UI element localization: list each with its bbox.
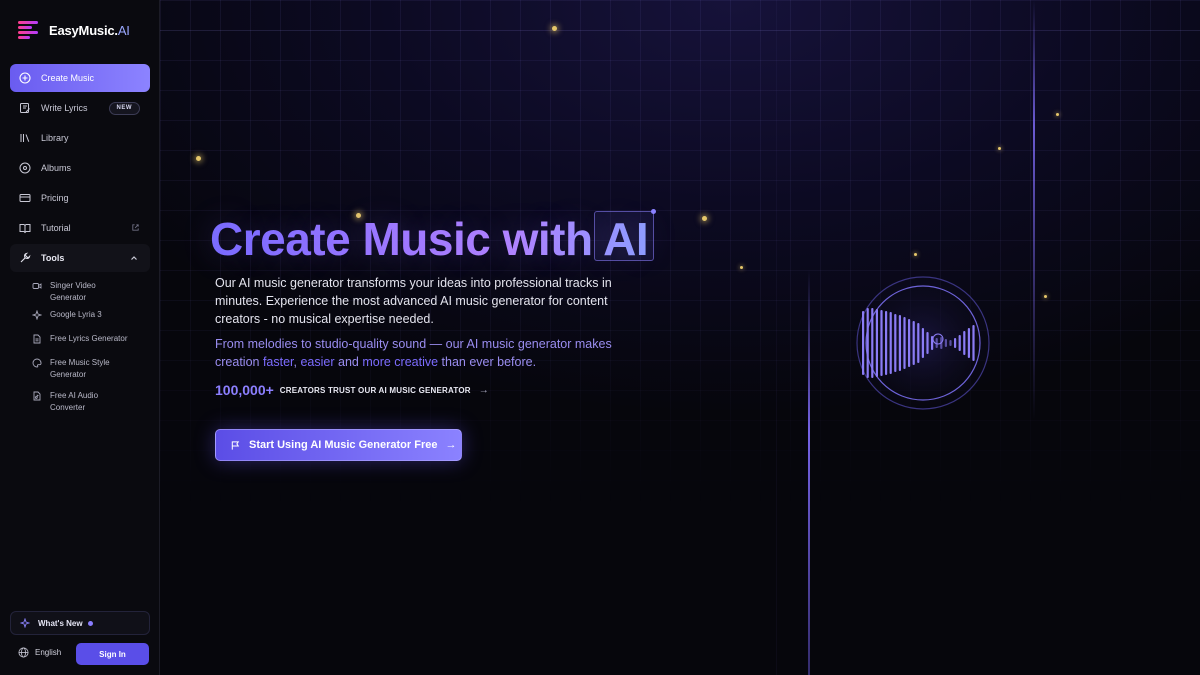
sidebar-item-pricing[interactable]: Pricing	[10, 184, 150, 212]
waveform-bar	[972, 325, 975, 361]
sparkle-dot	[1056, 113, 1059, 116]
video-icon	[32, 281, 42, 291]
waveform-bar	[903, 317, 906, 369]
waveform-bar	[963, 331, 966, 355]
waveform-bar	[917, 323, 920, 363]
waveform-bar	[926, 332, 929, 354]
grid-highlight-line	[160, 30, 1200, 31]
waveform-bar	[885, 311, 888, 375]
sidebar-nav: Create Music Write Lyrics NEW Library Al…	[10, 64, 150, 417]
main-hero: Create Music with AI Our AI music genera…	[160, 0, 1200, 675]
tool-item-label: Google Lyria 3	[50, 310, 102, 319]
waveform-bar	[958, 335, 961, 351]
glow-line	[808, 270, 810, 675]
trust-text: CREATORS TRUST OUR AI MUSIC GENERATOR	[279, 385, 471, 395]
tool-item-free-lyrics-generator[interactable]: Free Lyrics Generator	[10, 333, 150, 355]
external-link-icon	[132, 224, 139, 231]
library-icon	[19, 132, 31, 144]
sidebar-item-tutorial[interactable]: Tutorial	[10, 214, 150, 242]
tool-item-label: Singer Video Generator	[50, 281, 96, 302]
whats-new-button[interactable]: What's New	[10, 611, 150, 635]
waveform-bar	[898, 315, 901, 371]
tool-item-free-music-style-generator[interactable]: Free Music Style Generator	[10, 357, 150, 384]
grid-divider	[776, 0, 777, 675]
notification-dot	[87, 620, 93, 626]
sidebar-item-library[interactable]: Library	[10, 124, 150, 152]
waveform-bar	[949, 340, 952, 346]
arrow-right-icon: →	[445, 439, 457, 451]
arrow-right-icon: →	[478, 384, 489, 396]
waveform-bar	[880, 310, 883, 376]
chevron-up-icon[interactable]	[129, 253, 139, 263]
flag-icon	[231, 440, 240, 450]
disc-icon	[19, 162, 31, 174]
sparkle-dot	[196, 156, 201, 161]
tool-item-google-lyria-3[interactable]: Google Lyria 3	[10, 309, 150, 331]
sparkle-dot	[998, 147, 1001, 150]
trust-link[interactable]: 100,000+ CREATORS TRUST OUR AI MUSIC GEN…	[215, 382, 489, 398]
book-icon	[19, 222, 31, 234]
sidebar-item-create-music[interactable]: Create Music	[10, 64, 150, 92]
sidebar: EasyMusic.AI Create Music Write Lyrics N…	[0, 0, 160, 675]
sparkle-icon	[20, 618, 30, 628]
sidebar-item-label: Library	[41, 133, 69, 143]
waveform-bar	[912, 321, 915, 365]
cta-label: Start Using AI Music Generator Free	[249, 439, 438, 451]
sparkle-dot	[702, 216, 707, 221]
sparkle-dot	[552, 26, 557, 31]
waveform-bar	[862, 311, 865, 375]
logo-icon	[18, 20, 40, 40]
plus-circle-icon	[19, 72, 31, 84]
waveform-bar	[866, 308, 869, 378]
sparkle-dot	[1044, 295, 1047, 298]
sidebar-item-label: Albums	[41, 163, 72, 173]
sidebar-item-tools[interactable]: Tools	[10, 244, 150, 272]
language-selector[interactable]: English	[18, 647, 61, 658]
start-generator-button[interactable]: Start Using AI Music Generator Free →	[215, 429, 462, 461]
globe-icon	[18, 647, 29, 658]
brand[interactable]: EasyMusic.AI	[18, 20, 130, 40]
sign-in-button[interactable]: Sign In	[76, 643, 149, 665]
document-icon	[32, 334, 42, 344]
sidebar-item-label: Tutorial	[41, 223, 71, 233]
tool-item-free-ai-audio-converter[interactable]: Free AI Audio Converter	[10, 390, 150, 417]
waveform-bar	[954, 338, 957, 348]
trust-count: 100,000+	[215, 382, 274, 398]
tool-item-label: Free Music Style Generator	[50, 358, 110, 379]
tool-item-label: Free AI Audio Converter	[50, 391, 99, 412]
waveform-bar	[921, 328, 924, 358]
sparkle-dot	[914, 253, 917, 256]
sparkle-icon	[31, 309, 43, 321]
palette-icon	[32, 358, 42, 368]
glow-line	[1033, 0, 1035, 420]
hero-title: Create Music with AI	[210, 213, 649, 265]
sidebar-item-write-lyrics[interactable]: Write Lyrics NEW	[10, 94, 150, 122]
waveform-bar	[967, 328, 970, 358]
waveform-bar	[894, 314, 897, 372]
whats-new-label: What's New	[38, 618, 83, 628]
language-label: English	[35, 648, 62, 657]
edit-icon	[19, 102, 31, 114]
sidebar-item-label: Tools	[41, 253, 65, 263]
waveform-bar	[875, 309, 878, 377]
tool-item-label: Free Lyrics Generator	[50, 334, 128, 343]
sidebar-item-label: Write Lyrics	[41, 103, 88, 113]
sidebar-item-albums[interactable]: Albums	[10, 154, 150, 182]
wrench-icon	[19, 252, 31, 264]
sidebar-item-label: Create Music	[41, 73, 95, 83]
waveform-orb	[856, 276, 990, 410]
tool-item-singer-video-generator[interactable]: Singer Video Generator	[10, 280, 150, 307]
file-audio-icon	[32, 391, 42, 401]
card-icon	[19, 192, 31, 204]
waveform-bar	[871, 308, 874, 378]
waveform-bar	[889, 312, 892, 374]
brand-name: EasyMusic.AI	[49, 22, 130, 38]
waveform-bar	[908, 319, 911, 367]
new-badge: NEW	[108, 102, 140, 115]
hero-description: Our AI music generator transforms your i…	[215, 276, 612, 326]
hero-subtext: From melodies to studio-quality sound — …	[215, 337, 612, 369]
sidebar-item-label: Pricing	[41, 193, 69, 203]
sparkle-dot	[740, 266, 743, 269]
waveform-bar	[944, 339, 947, 347]
